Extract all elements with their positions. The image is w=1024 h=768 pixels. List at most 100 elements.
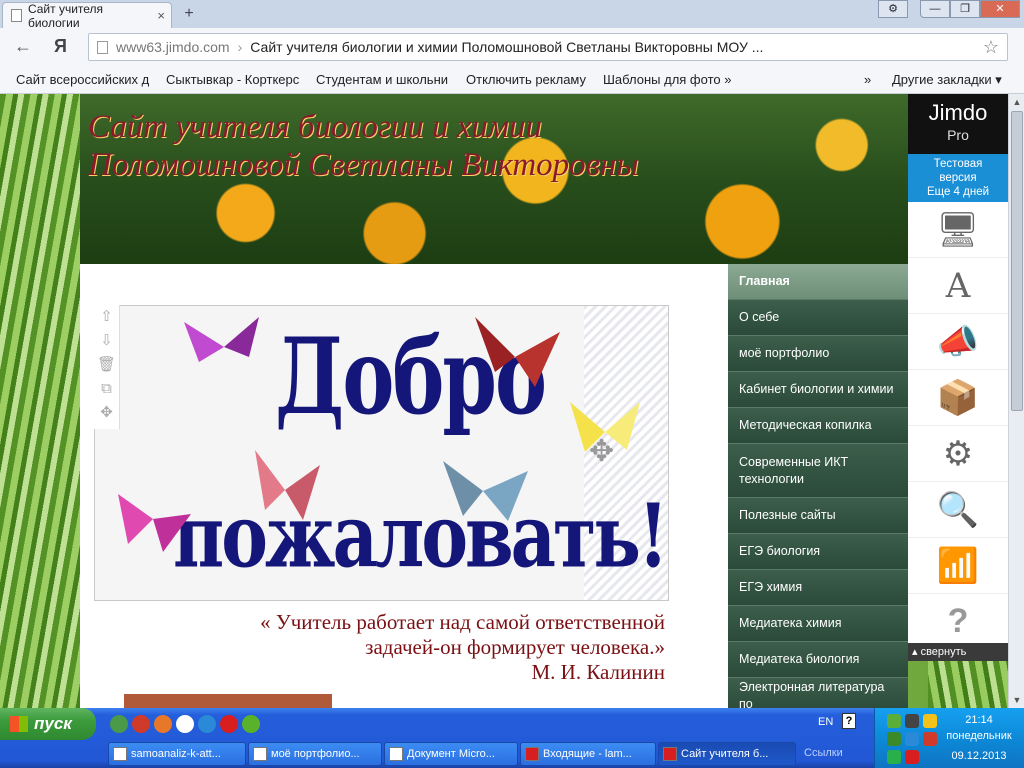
nav-item-e-literature[interactable]: Электронная литература по (728, 678, 908, 708)
layout-icon[interactable]: 🖥 (908, 202, 1008, 258)
scroll-down-icon[interactable]: ▼ (1009, 692, 1024, 708)
tray-icon[interactable] (887, 750, 901, 764)
clock-date: 09.12.2013 (951, 750, 1007, 762)
tab-close-icon[interactable]: × (157, 8, 165, 23)
page-icon (11, 9, 22, 22)
clock-day: понедельник (946, 730, 1012, 742)
yandex-browser-icon[interactable] (220, 715, 238, 733)
store-icon[interactable]: 📦 (908, 370, 1008, 426)
site-header: Сайт учителя биологии и химии Поломошнов… (80, 94, 908, 264)
tray-icon[interactable] (905, 750, 919, 764)
start-button[interactable]: пуск (0, 708, 96, 740)
help-icon[interactable]: ? (908, 594, 1008, 650)
language-indicator[interactable]: EN (818, 716, 833, 728)
bookmark-item[interactable]: Шаблоны для фото » (603, 72, 733, 87)
taskbar-window-button-active[interactable]: Сайт учителя б... (658, 742, 796, 766)
links-toolbar[interactable]: Ссылки (804, 747, 843, 759)
maximize-button[interactable]: ❐ (950, 0, 980, 18)
nav-item-portfolio[interactable]: моё портфолио (728, 336, 908, 372)
back-arrow-icon[interactable]: ← (14, 36, 32, 57)
trial-banner[interactable]: Тестовая версия Еще 4 дней (908, 154, 1008, 202)
page-icon (97, 40, 108, 54)
style-icon[interactable]: A (908, 258, 1008, 314)
media-icon[interactable] (176, 715, 194, 733)
minimize-button[interactable]: — (920, 0, 950, 18)
delete-icon[interactable]: 🗑 (94, 353, 119, 377)
taskbar-window-button[interactable]: моё портфолио... (248, 742, 382, 766)
copy-icon[interactable]: ⧉ (94, 377, 119, 401)
settings-icon[interactable]: ⚙ (878, 0, 908, 18)
trial-line: Тестовая (933, 158, 983, 170)
taskbar-window-button[interactable]: samoanaliz-k-att... (108, 742, 246, 766)
scrollbar-thumb[interactable] (1011, 111, 1023, 411)
settings-icon[interactable]: ⚙ (908, 426, 1008, 482)
bookmark-item[interactable]: Сайт всероссийских д (16, 72, 152, 87)
address-bar[interactable]: www63.jimdo.com › Сайт учителя биологии … (88, 33, 1008, 61)
collapse-panel-button[interactable]: ▴ свернуть (908, 643, 1008, 661)
help-icon[interactable]: ? (842, 713, 856, 729)
jimdo-admin-panel: Jimdo Pro Тестовая версия Еще 4 дней 🖥 A… (908, 94, 1008, 661)
nav-item-ict[interactable]: Современные ИКТ технологии (728, 444, 908, 498)
web-page: Сайт учителя биологии и химии Поломошнов… (0, 94, 1024, 708)
tray-icon[interactable] (905, 714, 919, 728)
nav-item-classroom[interactable]: Кабинет биологии и химии (728, 372, 908, 408)
yandex-icon[interactable]: Я (54, 36, 67, 57)
jimdo-logo[interactable]: Jimdo Pro (908, 94, 1008, 154)
welcome-image: Добро пожаловать! ✥ (94, 305, 669, 601)
yandex-browser-icon (525, 747, 539, 761)
trial-line: версия (939, 172, 977, 184)
clock[interactable]: 21:14 понедельник 09.12.2013 (935, 712, 1023, 764)
firefox-icon[interactable] (154, 715, 172, 733)
vertical-scrollbar[interactable]: ▲ ▼ (1008, 94, 1024, 708)
browser-toolbar: ← Я www63.jimdo.com › Сайт учителя биоло… (0, 28, 1024, 66)
tray-icon[interactable] (887, 732, 901, 746)
nav-item-useful-sites[interactable]: Полезные сайты (728, 498, 908, 534)
add-icon[interactable]: ✥ (94, 401, 119, 425)
move-up-icon[interactable]: ⇧ (94, 305, 119, 329)
tab-active[interactable]: Сайт учителя биологии × (2, 2, 172, 30)
scroll-up-icon[interactable]: ▲ (1009, 94, 1024, 110)
nav-item-exam-chemistry[interactable]: ЕГЭ химия (728, 570, 908, 606)
taskbar-window-button[interactable]: Документ Micro... (384, 742, 518, 766)
move-down-icon[interactable]: ⇩ (94, 329, 119, 353)
bookmark-item[interactable]: Студентам и школьни (316, 72, 448, 87)
grass-background (0, 94, 80, 708)
nav-item-home[interactable]: Главная (728, 264, 908, 300)
bookmarks-overflow-icon[interactable]: » (864, 72, 871, 87)
promote-icon[interactable]: 📣 (908, 314, 1008, 370)
main-content: Добро пожаловать! ✥ ⇧ ⇩ 🗑 ⧉ ✥ « Учитель … (80, 264, 728, 708)
bookmark-item[interactable]: Сыктывкар - Корткерс (166, 72, 302, 87)
url-separator: › (237, 39, 243, 55)
statistics-icon[interactable]: 📶 (908, 538, 1008, 594)
butterfly-icon (184, 317, 259, 362)
ie-icon[interactable] (198, 715, 216, 733)
utorrent-icon[interactable] (242, 715, 260, 733)
bookmark-star-icon[interactable]: ☆ (983, 37, 999, 58)
nav-item-media-chemistry[interactable]: Медиатека химия (728, 606, 908, 642)
windows-taskbar: пуск EN ? samoanaliz-k-att... моё портфо… (0, 708, 1024, 768)
nav-item-about[interactable]: О себе (728, 300, 908, 336)
quote-author: М. И. Калинин (531, 660, 665, 684)
quote: « Учитель работает над самой ответственн… (190, 610, 665, 685)
nav-item-methods[interactable]: Методическая копилка (728, 408, 908, 444)
seo-icon[interactable]: 🔍 (908, 482, 1008, 538)
windows-logo-icon (10, 716, 28, 732)
document-icon (113, 747, 127, 761)
opera-icon[interactable] (132, 715, 150, 733)
other-bookmarks[interactable]: Другие закладки ▾ (892, 72, 1002, 88)
photo-thumbnail (124, 694, 332, 708)
close-window-button[interactable]: ✕ (980, 0, 1020, 18)
move-handle-icon[interactable]: ✥ (589, 434, 614, 469)
new-tab-button[interactable]: + (178, 5, 200, 23)
nav-item-exam-biology[interactable]: ЕГЭ биология (728, 534, 908, 570)
taskbar-window-button[interactable]: Входящие - lam... (520, 742, 656, 766)
yandex-browser-icon (663, 747, 677, 761)
tray-icon[interactable] (887, 714, 901, 728)
bookmark-item[interactable]: Отключить рекламу (466, 72, 590, 87)
taskbar-window-label: моё портфолио... (271, 748, 360, 760)
quicklaunch-icon[interactable] (110, 715, 128, 733)
network-icon[interactable] (905, 732, 919, 746)
nav-item-media-biology[interactable]: Медиатека биология (728, 642, 908, 678)
taskbar-window-label: Сайт учителя б... (681, 748, 769, 760)
site-navigation: Главная О себе моё портфолио Кабинет био… (728, 264, 908, 708)
